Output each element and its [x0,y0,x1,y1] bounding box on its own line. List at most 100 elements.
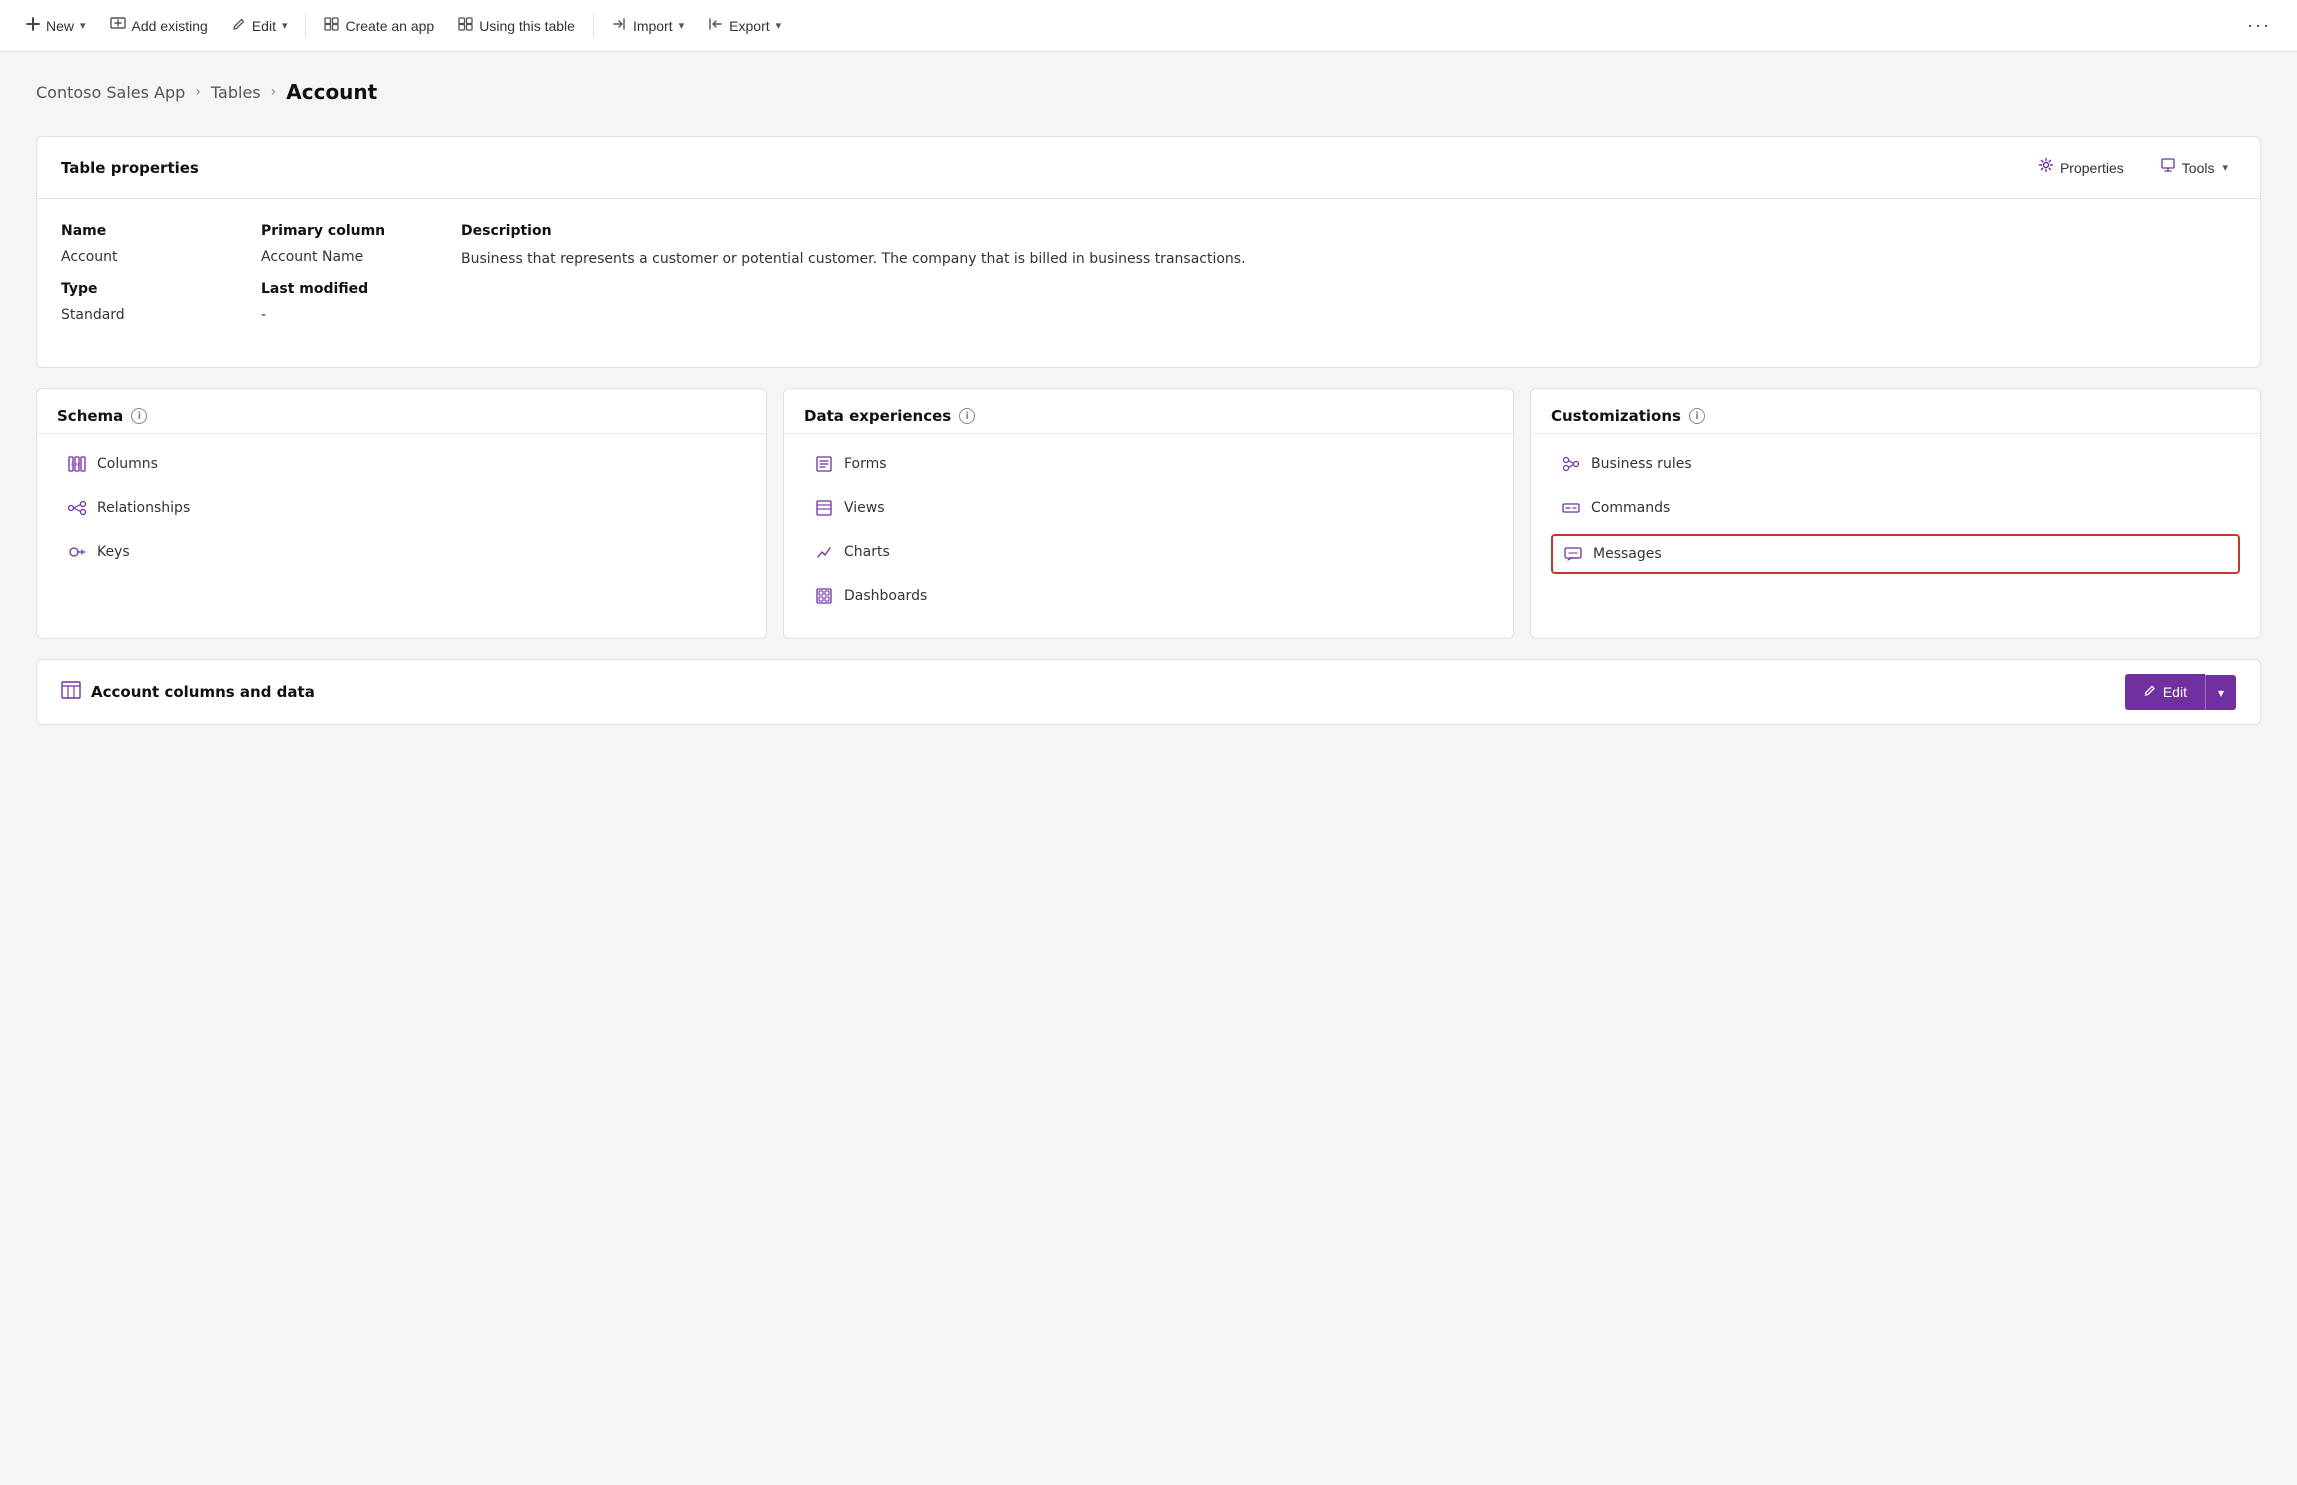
charts-icon [814,542,834,562]
add-existing-label: Add existing [132,18,208,34]
breadcrumb-app-link[interactable]: Contoso Sales App [36,83,185,102]
breadcrumb-tables-link[interactable]: Tables [211,83,261,102]
tools-button[interactable]: Tools ▾ [2152,153,2236,182]
schema-items: Abc Columns Relationships [37,434,766,594]
new-button[interactable]: New ▾ [16,11,96,41]
data-experiences-title: Data experiences [804,407,951,425]
export-icon [708,17,723,35]
messages-item[interactable]: Messages [1551,534,2240,574]
commands-label: Commands [1591,500,1670,516]
customizations-header: Customizations i [1531,389,2260,425]
keys-icon [67,542,87,562]
messages-label: Messages [1593,546,1662,562]
customizations-card: Customizations i Business rules [1530,388,2261,639]
columns-icon: Abc [67,454,87,474]
customizations-items: Business rules Commands [1531,434,2260,598]
card-header-actions: Properties Tools ▾ [2030,153,2236,182]
import-chevron-icon[interactable]: ▾ [679,19,685,32]
tools-chevron-icon[interactable]: ▾ [2222,161,2228,174]
charts-item[interactable]: Charts [804,534,1493,570]
new-chevron-icon[interactable]: ▾ [80,19,86,32]
schema-title: Schema [57,407,123,425]
customizations-info-icon[interactable]: i [1689,408,1705,424]
views-label: Views [844,500,885,516]
add-existing-icon [110,17,126,35]
type-value: Standard [61,307,241,323]
name-label: Name [61,223,241,239]
import-icon [612,17,627,35]
forms-item[interactable]: Forms [804,446,1493,482]
edit-button-group: Edit ▾ [2125,674,2236,710]
toolbar-divider-2 [593,14,594,38]
primary-column-label: Primary column [261,223,441,239]
footer-title: Account columns and data [91,683,315,701]
breadcrumb: Contoso Sales App › Tables › Account [36,80,2261,104]
breadcrumb-sep-1: › [195,84,201,100]
business-rules-label: Business rules [1591,456,1692,472]
export-chevron-icon[interactable]: ▾ [776,19,782,32]
schema-info-icon[interactable]: i [131,408,147,424]
relationships-icon [67,498,87,518]
import-button[interactable]: Import ▾ [602,11,694,41]
more-options-label: ··· [2247,15,2271,36]
primary-col: Primary column Account Name Last modifie… [261,223,461,339]
relationships-item[interactable]: Relationships [57,490,746,526]
more-options-button[interactable]: ··· [2237,9,2281,42]
forms-label: Forms [844,456,887,472]
dashboards-item[interactable]: Dashboards [804,578,1493,614]
edit-chevron-icon[interactable]: ▾ [282,19,288,32]
views-item[interactable]: Views [804,490,1493,526]
edit-toolbar-button[interactable]: Edit ▾ [222,11,298,41]
import-label: Import [633,18,673,34]
business-rules-icon [1561,454,1581,474]
main-content: Contoso Sales App › Tables › Account Tab… [0,52,2297,753]
relationships-label: Relationships [97,500,190,516]
business-rules-item[interactable]: Business rules [1551,446,2240,482]
data-experiences-info-icon[interactable]: i [959,408,975,424]
edit-button[interactable]: Edit [2125,674,2205,710]
edit-pencil-small-icon [2143,684,2156,700]
svg-text:Abc: Abc [70,462,80,468]
charts-label: Charts [844,544,890,560]
columns-item[interactable]: Abc Columns [57,446,746,482]
create-app-label: Create an app [345,18,434,34]
dashboards-label: Dashboards [844,588,927,604]
create-app-button[interactable]: Create an app [314,11,444,41]
commands-item[interactable]: Commands [1551,490,2240,526]
edit-dropdown-button[interactable]: ▾ [2205,675,2236,710]
last-modified-label: Last modified [261,281,441,297]
tools-btn-label: Tools [2182,160,2215,176]
schema-card: Schema i Abc Columns [36,388,767,639]
dashboards-icon [814,586,834,606]
tools-icon [2160,157,2176,178]
primary-column-value: Account Name [261,249,441,265]
keys-label: Keys [97,544,130,560]
description-value: Business that represents a customer or p… [461,249,2216,270]
create-app-icon [324,17,339,35]
using-table-label: Using this table [479,18,575,34]
properties-button[interactable]: Properties [2030,153,2132,182]
gear-icon [2038,157,2054,178]
name-value: Account [61,249,241,265]
schema-card-header: Schema i [37,389,766,425]
edit-chevron-down-icon: ▾ [2218,686,2224,700]
toolbar-divider-1 [305,14,306,38]
export-button[interactable]: Export ▾ [698,11,791,41]
add-existing-button[interactable]: Add existing [100,11,218,41]
views-icon [814,498,834,518]
toolbar: New ▾ Add existing Edit ▾ [0,0,2297,52]
edit-pencil-icon [232,17,246,35]
properties-btn-label: Properties [2060,160,2124,176]
description-col: Description Business that represents a c… [461,223,2236,339]
keys-item[interactable]: Keys [57,534,746,570]
footer-bar-left: Account columns and data [61,681,315,704]
cards-row: Schema i Abc Columns [36,388,2261,639]
breadcrumb-current: Account [286,80,377,104]
using-table-button[interactable]: Using this table [448,11,585,41]
forms-icon [814,454,834,474]
breadcrumb-sep-2: › [271,84,277,100]
edit-toolbar-label: Edit [252,18,276,34]
description-label: Description [461,223,2216,239]
data-experiences-card: Data experiences i Forms [783,388,1514,639]
properties-grid: Name Account Type Standard Primary colum… [37,199,2260,367]
